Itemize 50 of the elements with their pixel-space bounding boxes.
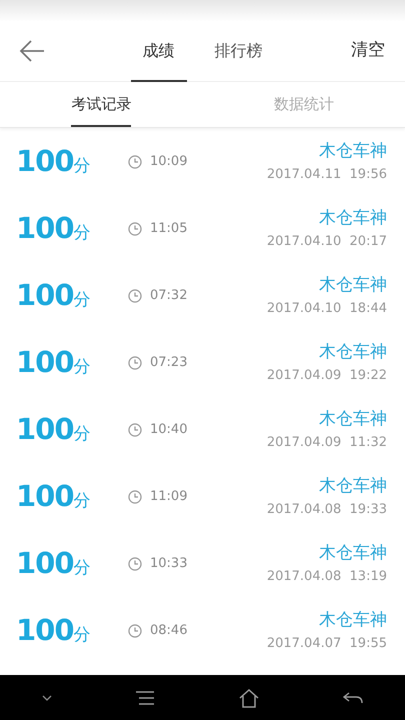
- clock-icon: [128, 422, 142, 436]
- user-name: 木仓车神: [319, 475, 387, 498]
- timestamp: 2017.04.07 19:55: [266, 634, 387, 652]
- back-icon[interactable]: [342, 692, 363, 704]
- user-name: 木仓车神: [319, 207, 387, 230]
- user-name: 木仓车神: [319, 609, 387, 632]
- timestamp: 2017.04.09 19:22: [266, 366, 387, 384]
- score: 100分: [16, 410, 92, 448]
- timestamp: 2017.04.08 19:33: [266, 500, 387, 518]
- user-name: 木仓车神: [319, 274, 387, 297]
- back-icon: [18, 38, 46, 64]
- clock-icon: [128, 154, 142, 168]
- timestamp: 2017.04.08 13:19: [266, 568, 387, 586]
- tab[interactable]: 成绩: [130, 22, 186, 82]
- duration: 11:05: [150, 220, 188, 238]
- clear-button[interactable]: 清空: [351, 38, 385, 64]
- back-button[interactable]: [18, 38, 46, 64]
- clock-icon: [128, 490, 142, 504]
- score: 100分: [16, 344, 92, 381]
- score: 100分: [16, 276, 92, 314]
- duration: 11:09: [150, 488, 188, 506]
- clock-icon: [128, 356, 142, 370]
- tab[interactable]: 考试记录: [0, 82, 202, 127]
- clock-icon: [128, 624, 142, 638]
- duration: 10:40: [150, 420, 188, 439]
- duration: 10:33: [150, 554, 188, 573]
- score: 100分: [16, 210, 92, 247]
- user-name: 木仓车神: [319, 341, 387, 364]
- home-icon[interactable]: [238, 688, 259, 708]
- user-name: 木仓车神: [319, 408, 387, 431]
- duration: 07:23: [150, 354, 188, 372]
- duration: 10:09: [150, 152, 188, 171]
- duration: 07:32: [150, 286, 188, 305]
- score: 100分: [16, 478, 92, 515]
- tab[interactable]: 排行榜: [202, 22, 274, 82]
- timestamp: 2017.04.09 11:32: [266, 434, 387, 452]
- chevron-down-icon[interactable]: [42, 694, 52, 700]
- timestamp: 2017.04.10 18:44: [266, 300, 387, 318]
- clock-icon: [128, 222, 142, 236]
- clock-icon: [128, 288, 142, 302]
- user-name: 木仓车神: [319, 140, 387, 163]
- menu-icon[interactable]: [136, 690, 154, 704]
- score: 100分: [16, 142, 92, 180]
- score: 100分: [16, 544, 92, 582]
- clock-icon: [128, 556, 142, 570]
- score: 100分: [16, 612, 92, 649]
- timestamp: 2017.04.11 19:56: [266, 166, 387, 184]
- duration: 08:46: [150, 622, 188, 640]
- user-name: 木仓车神: [319, 542, 387, 565]
- timestamp: 2017.04.10 20:17: [266, 232, 387, 250]
